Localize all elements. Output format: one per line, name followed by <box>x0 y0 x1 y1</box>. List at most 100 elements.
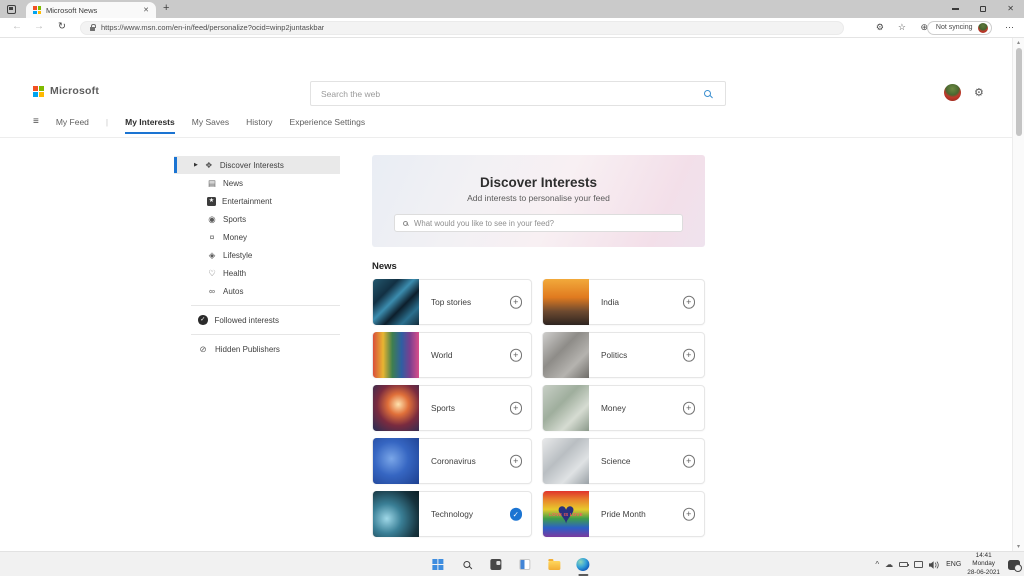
forward-icon[interactable]: → <box>34 22 44 32</box>
interest-tile-technology[interactable]: Technology✓ <box>372 491 532 537</box>
msn-settings-gear-icon[interactable]: ⚙ <box>974 86 984 101</box>
folder-icon <box>548 561 560 570</box>
add-interest-button[interactable]: + <box>510 296 523 309</box>
tray-chevron-up-icon[interactable]: ^ <box>875 561 879 569</box>
more-menu-icon[interactable]: ⋯ <box>1005 21 1014 34</box>
refresh-icon[interactable]: ↻ <box>58 22 66 32</box>
network-icon[interactable] <box>914 561 923 568</box>
add-interest-button[interactable]: + <box>683 455 696 468</box>
tile-image <box>543 332 589 378</box>
sidebar-item-autos[interactable]: ∞Autos <box>174 282 340 300</box>
interest-tile-sports[interactable]: Sports+ <box>372 385 532 431</box>
favorites-star-icon[interactable]: ☆ <box>898 21 906 34</box>
add-interest-button[interactable]: + <box>510 455 523 468</box>
lifestyle-icon: ◈ <box>207 251 217 260</box>
language-indicator[interactable]: ENG <box>946 561 961 568</box>
header-divider <box>0 137 1012 138</box>
minimize-icon[interactable] <box>952 8 959 9</box>
nav-tab-experience-settings[interactable]: Experience Settings <box>290 117 366 134</box>
sidebar-item-money[interactable]: ¤Money <box>174 228 340 246</box>
taskbar-search-button[interactable] <box>458 554 475 575</box>
interest-search-input[interactable] <box>414 219 674 228</box>
add-interest-button[interactable]: + <box>510 402 523 415</box>
page-scrollbar[interactable]: ▴ ▾ <box>1012 38 1024 551</box>
close-icon[interactable]: ✕ <box>1007 5 1014 13</box>
interest-tile-politics[interactable]: Politics + <box>542 332 705 378</box>
interest-tile-science[interactable]: Science+ <box>542 438 705 484</box>
interest-tile-india[interactable]: India+ <box>542 279 705 325</box>
sidebar-item-sports[interactable]: ◉Sports <box>174 210 340 228</box>
tile-label: Politics <box>601 350 627 360</box>
tab-actions-button[interactable] <box>5 3 18 15</box>
interest-added-check-icon[interactable]: ✓ <box>510 508 523 521</box>
scroll-up-icon[interactable]: ▴ <box>1013 39 1024 46</box>
interest-tile-coronavirus[interactable]: Coronavirus + <box>372 438 532 484</box>
sidebar-item-news[interactable]: ▤News <box>174 174 340 192</box>
web-search-box[interactable] <box>310 81 726 106</box>
scrollbar-thumb[interactable] <box>1016 48 1022 136</box>
notification-chat-icon[interactable] <box>1008 560 1020 570</box>
new-tab-button[interactable]: + <box>163 2 169 14</box>
taskbar-clock[interactable]: 14:41 Monday 28-06-2021 <box>967 552 1000 576</box>
nav-tab-my-saves[interactable]: My Saves <box>192 117 229 134</box>
start-button[interactable] <box>429 554 446 575</box>
edge-button[interactable] <box>574 554 591 575</box>
microsoft-brand[interactable]: Microsoft <box>33 85 99 97</box>
msn-account-avatar[interactable] <box>944 84 961 101</box>
speaker-icon[interactable] <box>929 561 940 569</box>
settings-sparkle-icon[interactable]: ⚙ <box>876 21 884 34</box>
add-interest-button[interactable]: + <box>683 296 696 309</box>
widgets-button[interactable] <box>516 554 533 575</box>
back-icon[interactable]: ← <box>12 22 22 32</box>
sidebar-item-label: Discover Interests <box>220 161 284 170</box>
interest-tile-world[interactable]: World+ <box>372 332 532 378</box>
tile-label: Coronavirus <box>431 456 476 466</box>
sync-profile-button[interactable]: Not syncing <box>927 21 992 36</box>
file-explorer-button[interactable] <box>545 554 562 575</box>
search-icon[interactable] <box>704 90 711 97</box>
sidebar-item-label: Lifestyle <box>223 251 252 260</box>
sidebar-item-followed-interests[interactable]: ✓Followed interests <box>174 311 340 329</box>
screen: Microsoft News ✕ + ✕ ← → ↻ https://www.m… <box>0 0 1024 576</box>
browser-tab[interactable]: Microsoft News ✕ <box>26 2 156 18</box>
interest-tile-pride-month[interactable]: ♥LOVE IS LOVEPride Month+ <box>542 491 705 537</box>
add-interest-button[interactable]: + <box>683 402 696 415</box>
sidebar-item-lifestyle[interactable]: ◈ Lifestyle <box>174 246 340 264</box>
add-interest-button[interactable]: + <box>510 349 523 362</box>
sidebar-item-label: Followed interests <box>215 316 279 325</box>
clock-day: Monday <box>972 560 995 567</box>
sidebar-item-hidden-publishers[interactable]: ⊘Hidden Publishers <box>174 340 340 358</box>
tile-label: Money <box>601 403 626 413</box>
pride-heart-icon: ♥LOVE IS LOVE <box>543 491 589 537</box>
nav-tab-my-feed[interactable]: My Feed <box>56 117 89 134</box>
sidebar-item-entertainment[interactable]: ★Entertainment <box>174 192 340 210</box>
battery-icon[interactable] <box>899 562 908 567</box>
interest-tile-top-stories[interactable]: Top stories+ <box>372 279 532 325</box>
scroll-down-icon[interactable]: ▾ <box>1013 543 1024 550</box>
browser-toolbar: ← → ↻ https://www.msn.com/en-in/feed/per… <box>0 18 1024 38</box>
msn-page: Microsoft ⚙ ≡ My Feed | My Interests My Sav… <box>0 38 1012 551</box>
sidebar-item-label: Money <box>223 233 247 242</box>
web-search-input[interactable] <box>311 89 704 99</box>
taskbar: ^ ☁ ENG 14:41 Monday 28-06-2021 <box>0 551 1024 576</box>
interest-search-box[interactable] <box>394 214 683 232</box>
nav-tab-history[interactable]: History <box>246 117 272 134</box>
hamburger-icon[interactable]: ≡ <box>33 116 39 127</box>
microsoft-favicon <box>33 6 41 14</box>
interest-tile-money[interactable]: Money + <box>542 385 705 431</box>
add-interest-button[interactable]: + <box>683 349 696 362</box>
taskbar-center <box>429 552 591 576</box>
tab-close-icon[interactable]: ✕ <box>143 6 149 14</box>
tile-grid: Top stories+India+World+Politics+Sports+… <box>372 279 705 537</box>
task-view-button[interactable] <box>487 554 504 575</box>
sync-status-label: Not syncing <box>936 24 973 31</box>
sidebar-item-health[interactable]: ♡Health <box>174 264 340 282</box>
address-bar[interactable]: https://www.msn.com/en-in/feed/personali… <box>80 21 844 36</box>
nav-tab-my-interests[interactable]: My Interests <box>125 117 175 134</box>
sidebar-item-discover-interests[interactable]: ▶❖Discover Interests <box>174 156 340 174</box>
browser-titlebar: Microsoft News ✕ + ✕ <box>0 0 1024 18</box>
onedrive-cloud-icon[interactable]: ☁ <box>885 561 893 569</box>
nav-separator: | <box>106 117 108 134</box>
add-interest-button[interactable]: + <box>683 508 696 521</box>
maximize-icon[interactable] <box>980 6 987 13</box>
